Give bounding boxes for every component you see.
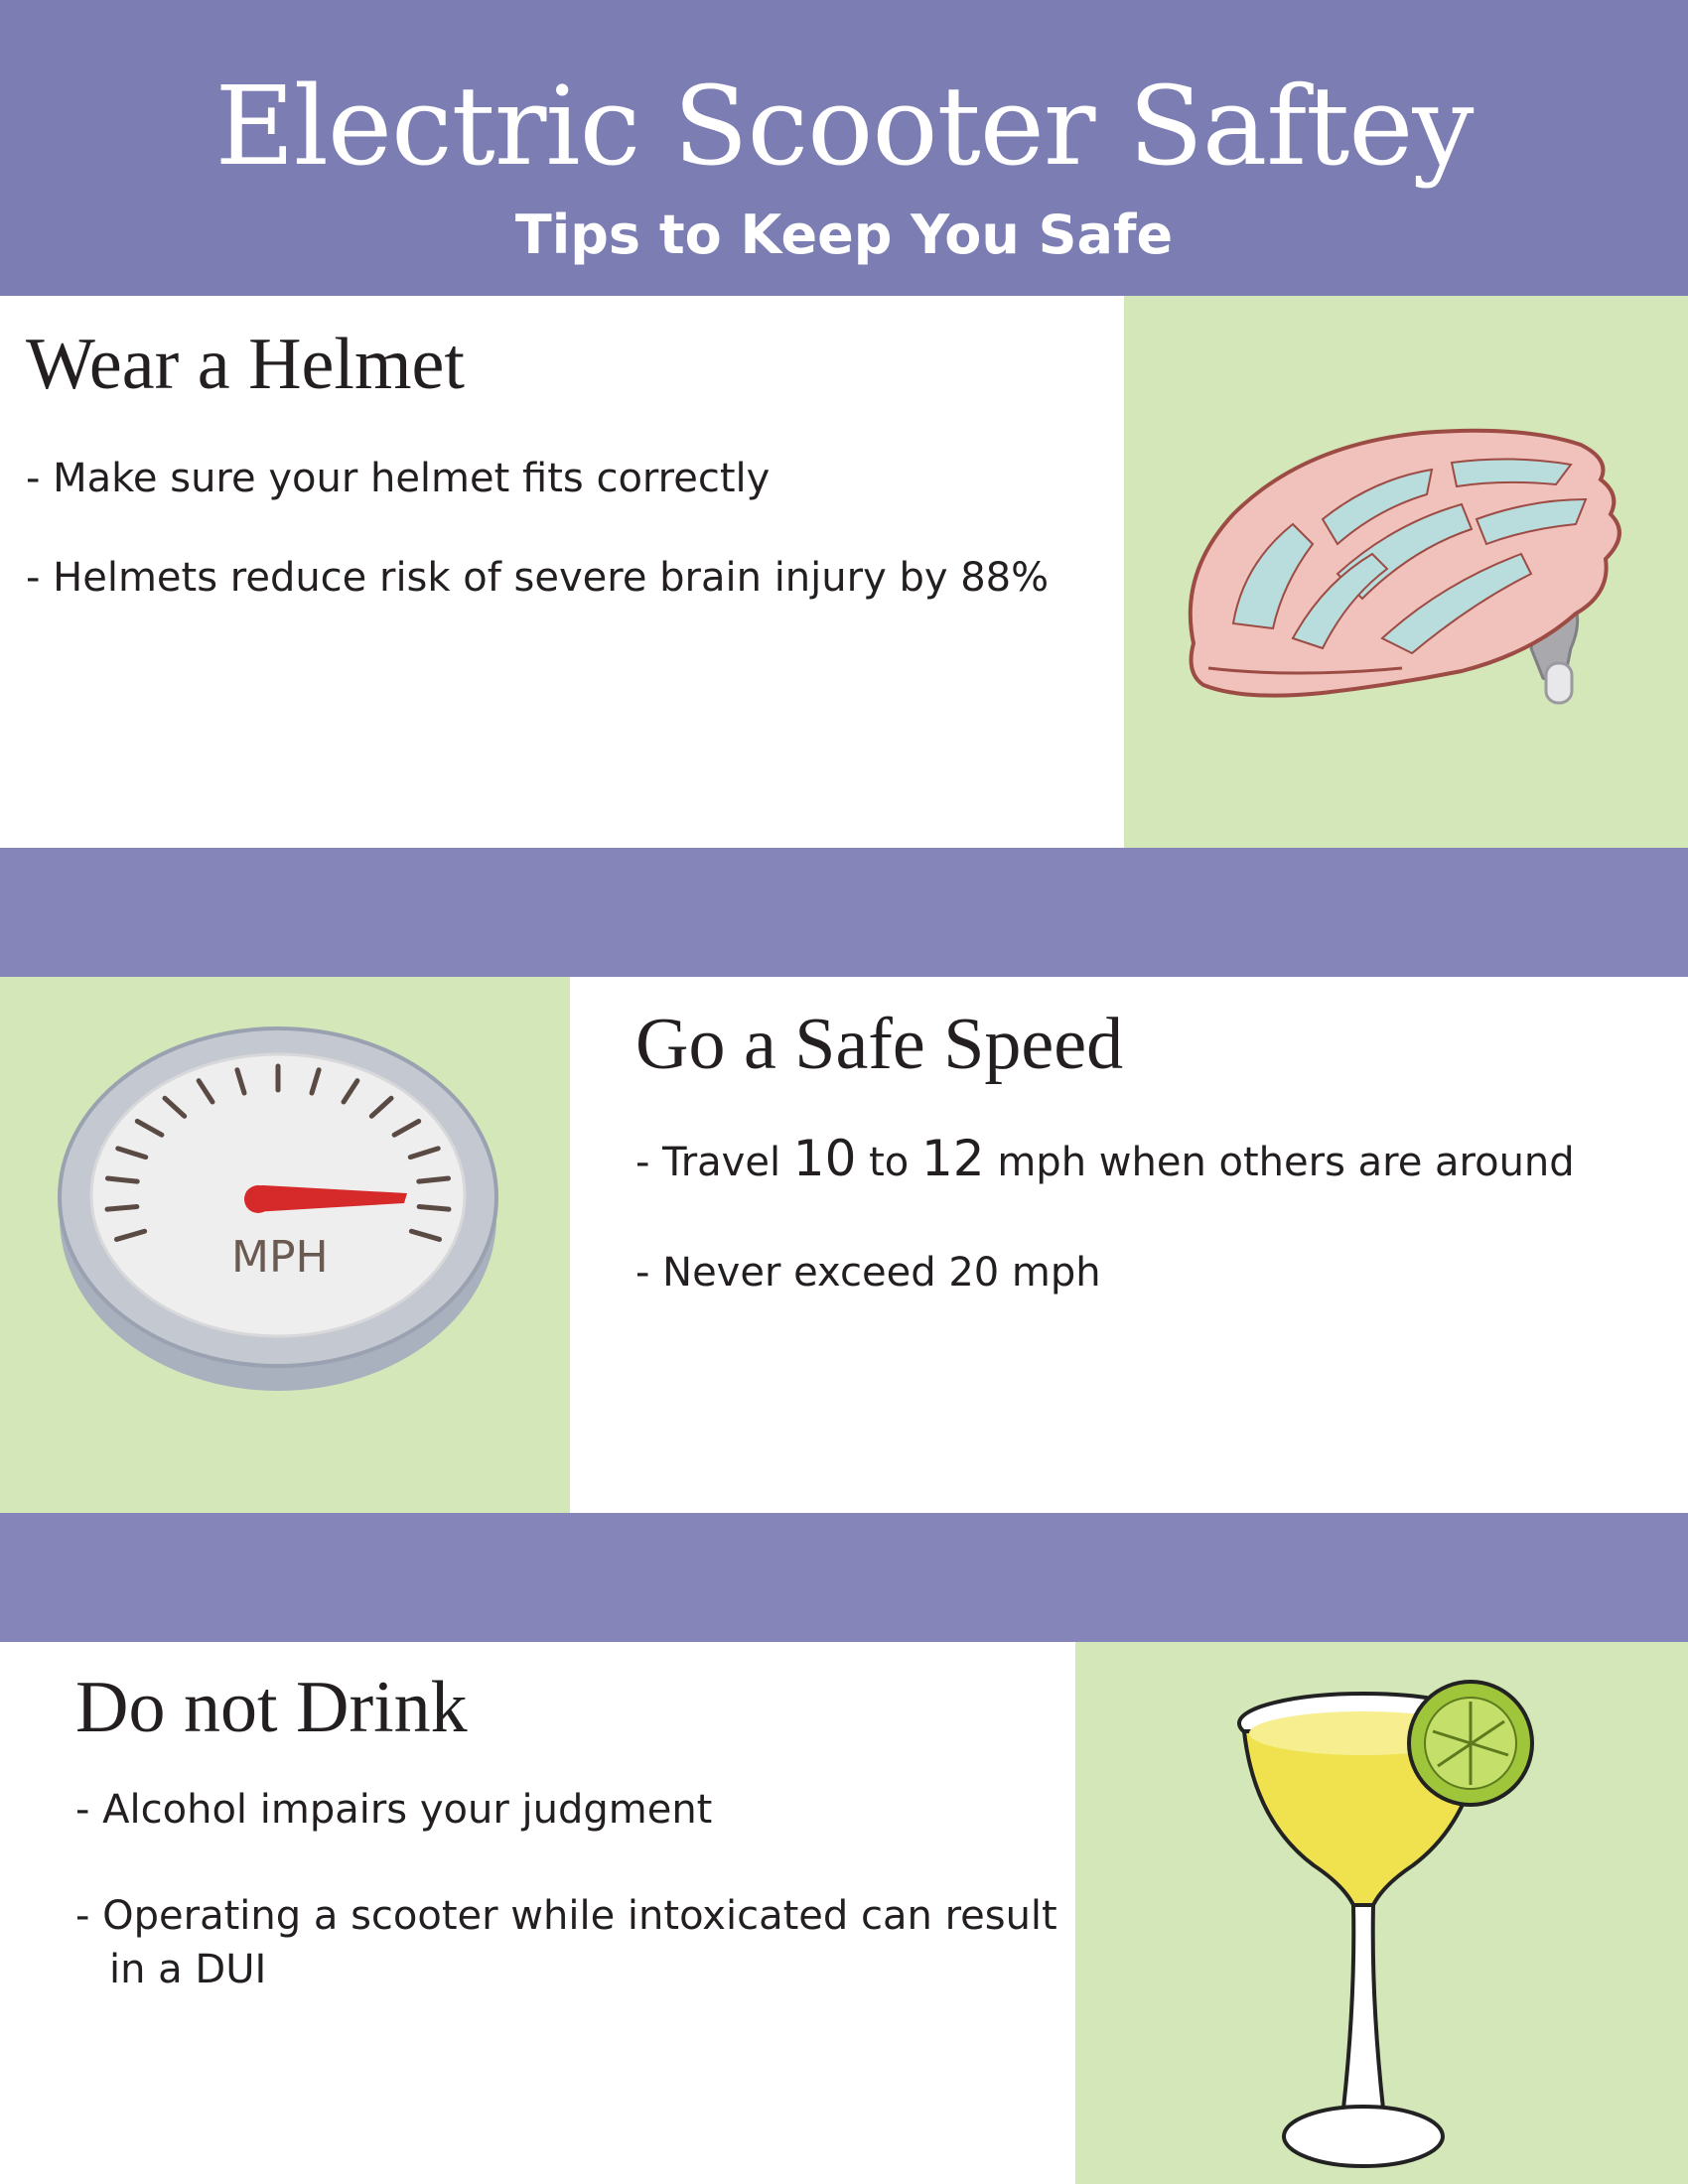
speed-bullet-max: - Never exceed 20 mph — [635, 1250, 1101, 1296]
drink-section-title: Do not Drink — [75, 1667, 468, 1748]
drink-bullet-dui: - Operating a scooter while intoxicated … — [75, 1893, 1057, 1939]
speedometer-panel: MPH — [0, 977, 570, 1513]
speedometer-tick — [416, 1204, 452, 1212]
drink-bullet-dui-cont: in a DUI — [109, 1947, 267, 1992]
helmet-section-title: Wear a Helmet — [26, 324, 465, 405]
speed-bullet-travel: - Travel 10 to 12 mph when others are ar… — [635, 1132, 1575, 1189]
helmet-icon — [1188, 428, 1621, 705]
drink-bullet-judgment: - Alcohol impairs your judgment — [75, 1787, 713, 1833]
speedometer-label: MPH — [231, 1232, 329, 1283]
page-subtitle: Tips to Keep You Safe — [514, 204, 1174, 266]
margarita-panel — [1075, 1642, 1688, 2184]
speedometer-icon: MPH — [58, 1026, 498, 1391]
speedometer-tick — [416, 1175, 452, 1184]
speed-section-title: Go a Safe Speed — [635, 1004, 1124, 1085]
speed-value-low: 10 — [792, 1130, 857, 1187]
speedometer-tick — [104, 1204, 140, 1212]
divider-band — [0, 848, 1688, 977]
page-title: Electric Scooter Saftey — [214, 63, 1474, 190]
helmet-panel — [1124, 296, 1688, 848]
speed-bullet-suffix: mph when others are around — [984, 1140, 1575, 1185]
divider-band — [0, 1513, 1688, 1642]
helmet-bullet-fit: - Make sure your helmet fits correctly — [26, 456, 771, 501]
speed-bullet-prefix: - Travel — [635, 1140, 793, 1185]
speed-bullet-mid: to — [856, 1140, 921, 1185]
helmet-bullet-injury: - Helmets reduce risk of severe brain in… — [26, 555, 1050, 601]
header: Electric Scooter Saftey Tips to Keep You… — [0, 0, 1688, 296]
margarita-icon — [1237, 1680, 1534, 2168]
speedometer-tick — [104, 1175, 140, 1184]
speed-value-high: 12 — [921, 1130, 985, 1187]
